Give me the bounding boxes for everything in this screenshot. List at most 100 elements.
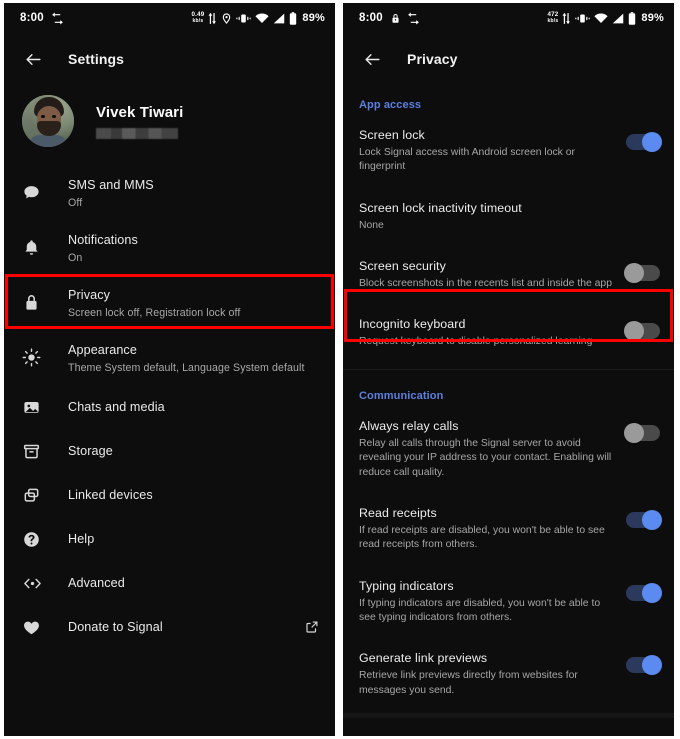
wifi-icon [594,12,608,24]
section-header-communication: Communication [359,389,444,402]
battery-percent: 89% [641,12,664,24]
image-icon [22,398,48,417]
right-phone-privacy-screen: 8:00 472 kb/s 89% Privacy App access Scr… [343,3,674,736]
sidebar-item-privacy[interactable]: Privacy Screen lock off, Registration lo… [4,275,335,330]
toggle-screen-security[interactable] [624,263,660,284]
toggle-typing-indicators[interactable] [626,582,662,603]
sidebar-item-donate-to-signal[interactable]: Donate to Signal [4,605,335,649]
lock-icon [22,293,48,312]
profile-row[interactable]: Vivek Tiwari [4,85,335,165]
bell-icon [22,238,48,257]
pref-subtitle: Retrieve link previews directly from web… [359,670,578,696]
sidebar-item-label: Advanced [68,576,125,590]
pref-subtitle: If read receipts are disabled, you won't… [359,524,605,551]
toggle-generate-link-previews[interactable] [626,655,662,676]
left-app-bar: Settings [4,33,335,85]
sidebar-item-label: Appearance [68,343,137,357]
pref-subtitle: Block screenshots in the recents list an… [359,278,612,290]
pref-subtitle: Lock Signal access with Android screen l… [359,147,576,173]
sidebar-item-label: Linked devices [68,488,153,502]
sidebar-item-appearance[interactable]: Appearance Theme System default, Languag… [4,330,335,385]
data-rate-indicator: 472 kb/s [547,11,559,24]
brightness-icon [22,348,48,367]
sidebar-item-sublabel: On [68,252,83,264]
pref-read-receipts[interactable]: Read receipts If read receipts are disab… [343,493,674,566]
settings-list: SMS and MMS Off Notifications On Privacy… [4,165,335,653]
pref-subtitle: Relay all calls through the Signal serve… [359,437,612,478]
sidebar-item-sms-and-mms[interactable]: SMS and MMS Off [4,165,335,220]
right-status-bar: 8:00 472 kb/s 89% [343,3,674,33]
pref-always-relay-calls[interactable]: Always relay calls Relay all calls throu… [343,406,674,493]
code-icon [22,574,48,593]
sync-icon [407,12,420,25]
status-time: 8:00 [20,12,44,24]
status-right-icons: 0.49 kb/s 89% [191,11,325,25]
lock-icon [390,12,401,25]
toggle-incognito-keyboard[interactable] [624,321,660,342]
sidebar-item-label: SMS and MMS [68,178,154,192]
chat-bubble-icon [22,183,48,202]
sidebar-item-label: Donate to Signal [68,620,163,634]
right-app-bar: Privacy [343,33,674,85]
pref-typing-indicators[interactable]: Typing indicators If typing indicators a… [343,566,674,639]
page-title: Privacy [407,51,458,67]
pref-title: Screen lock [359,128,425,142]
pref-title: Incognito keyboard [359,317,466,332]
help-icon [22,530,48,549]
pref-title: Read receipts [359,505,437,520]
section-divider [343,368,674,370]
sidebar-item-chats-and-media[interactable]: Chats and media [4,385,335,429]
vibrate-icon [575,12,591,25]
section-header-app-access: App access [359,99,422,111]
toggle-screen-lock[interactable] [626,132,662,152]
avatar[interactable] [22,95,74,147]
pref-title: Always relay calls [359,418,459,433]
page-title: Settings [68,51,125,67]
sidebar-item-storage[interactable]: Storage [4,429,335,473]
pref-screen-security[interactable]: Screen security Block screenshots in the… [343,246,674,304]
profile-phone-redacted [96,127,178,139]
pref-screen-lock-inactivity-timeout[interactable]: Screen lock inactivity timeout None [343,188,674,246]
profile-name: Vivek Tiwari [96,103,184,121]
sidebar-item-label: Help [68,532,95,546]
signal-icon [273,13,285,24]
toggle-always-relay-calls[interactable] [624,422,660,443]
archive-icon [22,442,48,461]
back-arrow-icon[interactable] [18,44,48,74]
sidebar-item-help[interactable]: Help [4,517,335,561]
pref-screen-lock[interactable]: Screen lock Lock Signal access with Andr… [343,115,674,188]
signal-icon [612,13,624,24]
sidebar-item-sublabel: Theme System default, Language System de… [68,362,305,374]
pref-title: Screen security [359,259,446,274]
data-rate-indicator: 0.49 kb/s [191,11,205,24]
left-phone-settings-screen: 8:00 0.49 kb/s 89% Settings Vivek Tiwari… [4,3,335,736]
pref-incognito-keyboard[interactable]: Incognito keyboard Request keyboard to d… [343,304,674,362]
sidebar-item-sublabel: Off [68,197,83,209]
pref-subtitle: Request keyboard to disable personalized… [359,336,593,348]
vibrate-icon [236,12,252,25]
location-icon [221,12,232,25]
devices-icon [22,486,48,505]
pref-title: Screen lock inactivity timeout [359,200,522,215]
pref-title: Generate link previews [359,651,488,666]
sidebar-item-label: Chats and media [68,400,165,414]
updown-arrows-icon [208,12,217,25]
sidebar-item-linked-devices[interactable]: Linked devices [4,473,335,517]
heart-icon [22,618,48,637]
external-link-icon[interactable] [303,620,321,634]
status-time: 8:00 [359,12,383,24]
left-status-bar: 8:00 0.49 kb/s 89% [4,3,335,33]
pref-generate-link-previews[interactable]: Generate link previews Retrieve link pre… [343,638,674,711]
toggle-read-receipts[interactable] [626,509,662,530]
sync-icon [51,12,64,25]
battery-percent: 89% [302,12,325,24]
back-arrow-icon[interactable] [357,44,387,74]
battery-icon [628,11,636,25]
sidebar-item-advanced[interactable]: Advanced [4,561,335,605]
status-right-icons: 472 kb/s 89% [547,11,664,25]
updown-arrows-icon [562,12,571,25]
pref-subtitle: None [359,219,384,231]
pref-subtitle: If typing indicators are disabled, you w… [359,597,601,623]
sidebar-item-notifications[interactable]: Notifications On [4,220,335,275]
nav-bar-area [343,710,674,736]
